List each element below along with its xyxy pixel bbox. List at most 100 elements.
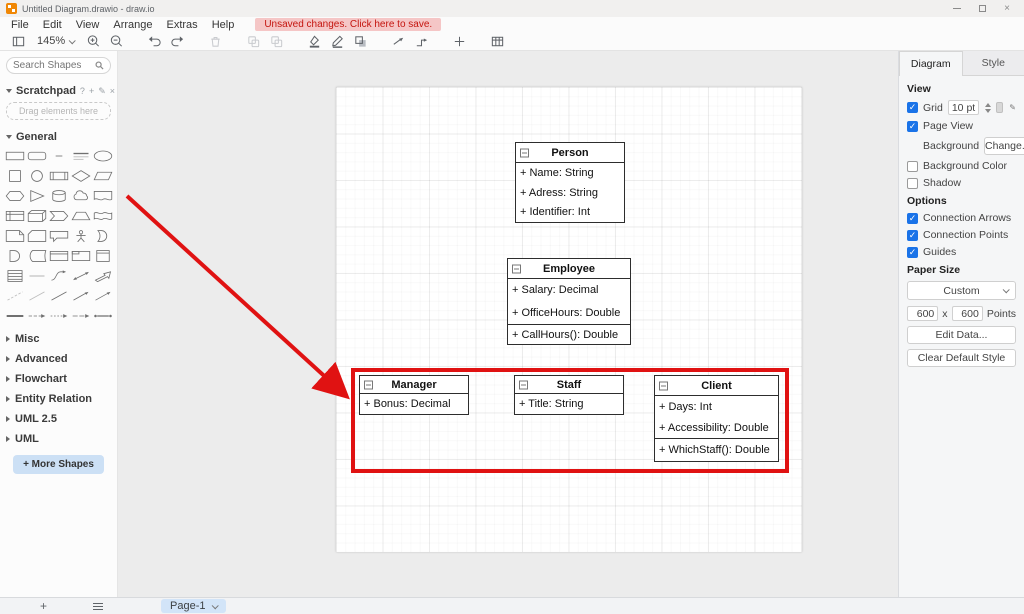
shape-list[interactable] [4, 268, 25, 283]
sidebar-section-flowchart[interactable]: Flowchart [4, 369, 113, 389]
menu-extras[interactable]: Extras [160, 19, 205, 31]
maximize-icon[interactable] [979, 5, 986, 12]
shape-curve[interactable] [48, 268, 69, 283]
scratchpad-header[interactable]: Scratchpad ? + ✎ × [4, 82, 113, 100]
edit-data-button[interactable]: Edit Data... [907, 326, 1016, 344]
shape-container-title[interactable] [70, 248, 91, 263]
tab-diagram[interactable]: Diagram [899, 51, 963, 76]
insert-icon[interactable] [449, 33, 469, 50]
scratchpad-dropzone[interactable]: Drag elements here [6, 102, 111, 120]
search-shapes-box[interactable] [6, 57, 111, 74]
fill-color-icon[interactable] [304, 33, 324, 50]
menu-edit[interactable]: Edit [36, 19, 69, 31]
change-background-button[interactable]: Change... [984, 137, 1024, 155]
shape-bidirectional-arrow[interactable] [70, 268, 91, 283]
connection-arrows-checkbox[interactable]: ✓ [907, 213, 918, 224]
to-front-icon[interactable] [243, 33, 263, 50]
paper-height-input[interactable]: 600 [952, 306, 983, 321]
page-view-checkbox[interactable]: ✓ [907, 121, 918, 132]
grid-size-stepper[interactable] [985, 103, 991, 113]
shape-arrow[interactable] [92, 268, 113, 283]
zoom-out-icon[interactable] [106, 33, 126, 50]
grid-color-swatch[interactable] [996, 102, 1003, 113]
scratchpad-close-icon[interactable]: × [110, 86, 115, 97]
edit-color-icon[interactable]: ✎ [1009, 103, 1016, 112]
shape-heading[interactable] [70, 148, 91, 163]
sidebar-section-uml-2-5[interactable]: UML 2.5 [4, 409, 113, 429]
add-page-icon[interactable]: + [40, 600, 47, 612]
shape-note[interactable] [4, 228, 25, 243]
sidebar-section-advanced[interactable]: Advanced [4, 349, 113, 369]
shape-data-storage[interactable] [26, 248, 47, 263]
menu-arrange[interactable]: Arrange [106, 19, 159, 31]
toggle-format-panel-icon[interactable] [8, 33, 28, 50]
grid-checkbox[interactable]: ✓ [907, 102, 918, 113]
menu-view[interactable]: View [69, 19, 107, 31]
paper-width-input[interactable]: 600 [907, 306, 938, 321]
connection-points-checkbox[interactable]: ✓ [907, 230, 918, 241]
shape-container[interactable] [48, 248, 69, 263]
class-method[interactable]: + CallHours(): Double [508, 325, 630, 344]
connection-icon[interactable] [388, 33, 408, 50]
shape-cylinder[interactable] [48, 188, 69, 203]
line-color-icon[interactable] [327, 33, 347, 50]
shadow-icon[interactable] [350, 33, 370, 50]
shape-square[interactable] [4, 168, 25, 183]
uml-class-employee[interactable]: Employee + Salary: Decimal + OfficeHours… [507, 258, 631, 345]
shape-dashed-line-1[interactable] [4, 288, 25, 303]
scratchpad-add-icon[interactable]: + [89, 86, 94, 97]
class-attribute[interactable]: + Identifier: Int [516, 202, 624, 222]
shape-card[interactable] [26, 228, 47, 243]
menu-help[interactable]: Help [205, 19, 242, 31]
shape-dashed-arrow-2[interactable] [48, 308, 69, 323]
guides-checkbox[interactable]: ✓ [907, 247, 918, 258]
shape-hexagon[interactable] [4, 188, 25, 203]
shape-circle[interactable] [26, 168, 47, 183]
shape-rounded-rectangle[interactable] [26, 148, 47, 163]
shape-line-1[interactable] [48, 288, 69, 303]
page-tab[interactable]: Page-1 [161, 599, 225, 613]
background-color-checkbox[interactable] [907, 161, 918, 172]
shape-cloud[interactable] [70, 188, 91, 203]
pages-menu-icon[interactable] [93, 603, 103, 610]
shadow-checkbox[interactable] [907, 178, 918, 189]
shape-internal-storage[interactable] [4, 208, 25, 223]
shape-process[interactable] [48, 168, 69, 183]
shape-or[interactable] [92, 228, 113, 243]
scratchpad-edit-icon[interactable]: ✎ [98, 86, 106, 97]
collapse-icon[interactable] [512, 264, 521, 273]
more-shapes-button[interactable]: + More Shapes [13, 455, 104, 474]
shape-document[interactable] [92, 188, 113, 203]
shape-bold-line[interactable] [4, 308, 25, 323]
shape-horizontal-line[interactable] [26, 268, 47, 283]
class-attribute[interactable]: + Name: String [516, 163, 624, 183]
shape-diamond[interactable] [70, 168, 91, 183]
uml-class-person[interactable]: Person + Name: String + Adress: String +… [515, 142, 625, 223]
class-attribute[interactable]: + OfficeHours: Double [508, 302, 630, 325]
shape-ellipse[interactable] [92, 148, 113, 163]
tab-style[interactable]: Style [963, 51, 1024, 75]
shape-rectangle[interactable] [4, 148, 25, 163]
shape-step[interactable] [48, 208, 69, 223]
close-icon[interactable]: × [1004, 4, 1010, 14]
shape-actor[interactable] [70, 228, 91, 243]
zoom-level-dropdown[interactable]: 145% [31, 35, 80, 47]
class-attribute[interactable]: + Salary: Decimal [508, 279, 630, 302]
to-back-icon[interactable] [266, 33, 286, 50]
shape-triangle[interactable] [26, 188, 47, 203]
shape-thin-arrow[interactable] [92, 288, 113, 303]
table-icon[interactable] [487, 33, 507, 50]
shape-trapezoid[interactable] [70, 208, 91, 223]
class-attribute[interactable]: + Adress: String [516, 183, 624, 203]
paper-size-select[interactable]: Custom [907, 281, 1016, 300]
shape-parallelogram[interactable] [92, 168, 113, 183]
scratchpad-help-icon[interactable]: ? [80, 86, 85, 97]
zoom-in-icon[interactable] [83, 33, 103, 50]
shape-dashed-line-2[interactable] [26, 288, 47, 303]
shape-vertical-container[interactable] [92, 248, 113, 263]
general-section-header[interactable]: General [4, 128, 113, 146]
sidebar-section-uml[interactable]: UML [4, 429, 113, 449]
shape-tape[interactable] [92, 208, 113, 223]
sidebar-section-misc[interactable]: Misc [4, 329, 113, 349]
grid-size-input[interactable]: 10 pt [948, 100, 979, 115]
